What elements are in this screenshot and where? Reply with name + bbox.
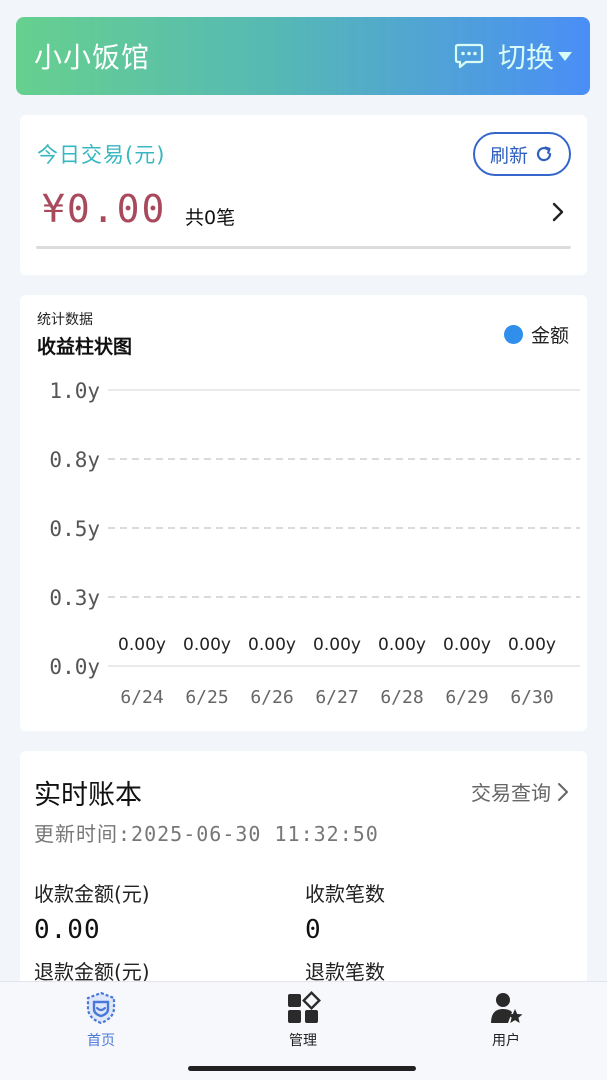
today-title: 今日交易(元): [37, 143, 166, 167]
user-star-icon: [491, 993, 523, 1023]
received-count-label: 收款笔数: [305, 882, 385, 906]
refresh-icon: [536, 146, 552, 162]
received-count-value: 0: [305, 915, 322, 945]
received-amount-label: 收款金额(元): [34, 882, 150, 906]
x-tick-label: 6/29: [445, 687, 488, 708]
tab-label: 首页: [87, 1033, 115, 1049]
update-time: 更新时间:2025-06-30 11:32:50: [34, 822, 379, 846]
refresh-button[interactable]: 刷新: [473, 132, 571, 176]
x-tick-label: 6/24: [120, 687, 163, 708]
transaction-query-link[interactable]: 交易查询: [471, 777, 569, 806]
store-name: 小小饭馆: [34, 41, 151, 74]
data-label: 0.00y: [313, 635, 361, 655]
data-label: 0.00y: [183, 635, 231, 655]
chat-bubble-icon: [454, 43, 484, 69]
tab-label: 用户: [492, 1033, 520, 1049]
tab-user[interactable]: 用户: [446, 990, 566, 1050]
y-tick-label: 1.0y: [49, 379, 100, 403]
x-tick-label: 6/23: [55, 687, 98, 708]
caret-down-icon: [558, 51, 572, 61]
apps-grid-icon: [288, 991, 321, 1023]
data-label: 0.00y: [248, 635, 296, 655]
today-amount: ¥0.00: [42, 187, 167, 231]
home-shield-icon: [86, 991, 116, 1025]
refresh-label: 刷新: [489, 144, 528, 167]
home-indicator: [188, 1066, 416, 1071]
y-tick-label: 0.3y: [49, 586, 100, 610]
switch-store-button[interactable]: 切换: [454, 36, 572, 76]
query-label: 交易查询: [471, 781, 551, 805]
data-label: 0.00y: [443, 635, 491, 655]
y-tick-label: 0.5y: [49, 517, 100, 541]
data-label: 0.00y: [53, 635, 101, 655]
y-tick-label: 0.8y: [49, 448, 100, 472]
tab-label: 管理: [289, 1033, 317, 1049]
revenue-chart-card: 统计数据 收益柱状图 金额 0.0y 0.3y 0.5y 0.8y 1.0y 0.00y 6…: [20, 295, 587, 731]
x-tick-label: 6/30: [510, 687, 553, 708]
today-transactions-card[interactable]: 今日交易(元) 刷新 ¥0.00 共0笔: [20, 115, 587, 275]
app-header: 小小饭馆 切换: [16, 17, 590, 95]
data-label: 0.00y: [118, 635, 166, 655]
tab-home[interactable]: 首页: [41, 990, 161, 1050]
data-label: 0.00y: [378, 635, 426, 655]
x-tick-label: 6/27: [315, 687, 358, 708]
tab-manage[interactable]: 管理: [243, 990, 363, 1050]
realtime-ledger-card: 实时账本 交易查询 更新时间:2025-06-30 11:32:50 收款金额(…: [20, 751, 587, 991]
x-tick-label: 6/26: [250, 687, 293, 708]
switch-label: 切换: [497, 41, 554, 74]
chevron-right-icon: [558, 782, 568, 801]
bar-chart: 0.0y 0.3y 0.5y 0.8y 1.0y 0.00y 6/23 0.00y 6/24 0.…: [49, 379, 580, 708]
today-count: 共0笔: [185, 207, 236, 229]
received-amount-value: 0.00: [34, 915, 101, 945]
x-tick-label: 6/25: [185, 687, 228, 708]
data-label: 0.00y: [508, 635, 556, 655]
y-tick-label: 0.0y: [49, 655, 100, 679]
x-tick-label: 6/28: [380, 687, 423, 708]
ledger-title: 实时账本: [34, 780, 142, 811]
divider: [36, 246, 571, 249]
chevron-right-icon[interactable]: [551, 201, 565, 223]
